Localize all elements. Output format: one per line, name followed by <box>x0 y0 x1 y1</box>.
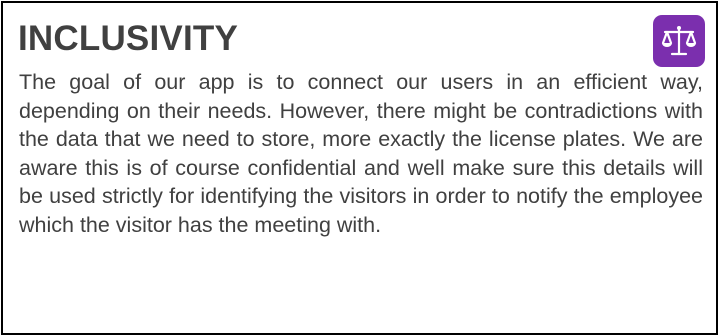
card-title: INCLUSIVITY <box>18 19 238 58</box>
scales-of-justice-icon <box>653 15 705 67</box>
card-body-text: The goal of our app is to connect our us… <box>19 70 703 237</box>
inclusivity-card: INCLUSIVITY The goal of our app is to co… <box>1 1 718 335</box>
